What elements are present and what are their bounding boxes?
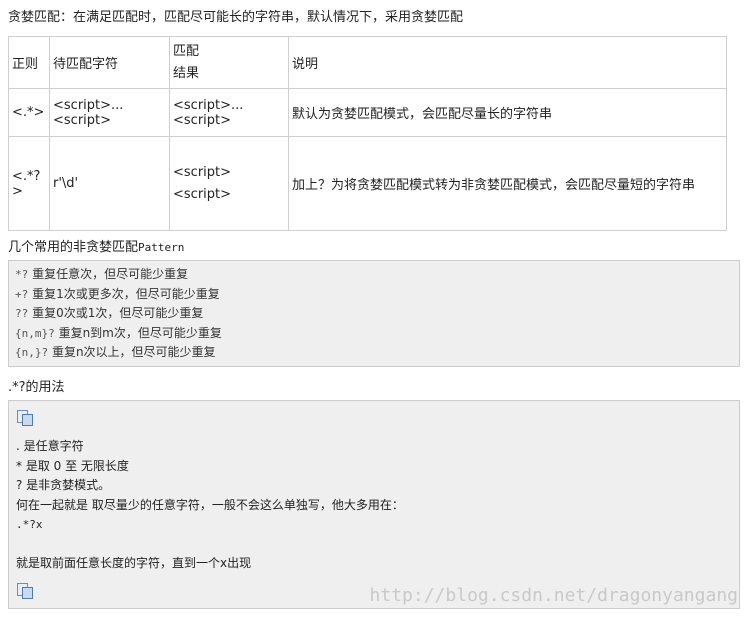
code-description: 重复1次或更多次，但尽可能少重复 — [28, 286, 220, 301]
usage-line: ? 是非贪婪模式。 — [16, 478, 111, 492]
code-line: {n,m}? 重复n到m次，但尽可能少重复 — [15, 324, 739, 344]
code-line: *? 重复任意次，但尽可能少重复 — [15, 265, 739, 285]
usage-code-box: . 是任意字符 * 是取 0 至 无限长度 ? 是非贪婪模式。 何在一起就是 取… — [8, 400, 740, 609]
header-result: 匹配 结果 — [169, 36, 289, 89]
copy-icon[interactable] — [16, 409, 33, 426]
header-pattern: 正则 — [8, 36, 50, 89]
cell-input: <script>...<script> — [49, 88, 170, 137]
code-token: *? — [15, 268, 29, 281]
usage-line: 何在一起就是 取尽量少的任意字符，一般不会这么单独写，他大多用在： — [16, 497, 404, 512]
code-line: +? 重复1次或更多次，但尽可能少重复 — [15, 285, 739, 305]
cell-input: r'\d' — [49, 136, 170, 231]
section-title-text: 几个常用的非贪婪匹配 — [8, 240, 139, 255]
cell-description: 默认为贪婪匹配模式，会匹配尽量长的字符串 — [288, 88, 727, 137]
cell-pattern: <.*?> — [8, 136, 50, 231]
code-token: +? — [15, 287, 29, 301]
usage-line: .*?x — [16, 518, 43, 531]
table-header-row: 正则 待匹配字符 匹配 结果 说明 — [8, 36, 727, 89]
header-description: 说明 — [288, 36, 727, 89]
code-token: {n,m}? — [15, 326, 55, 340]
table-row: <.*> <script>...<script> <script>...<scr… — [8, 88, 727, 137]
code-line: ?? 重复0次或1次，但尽可能少重复 — [15, 304, 739, 324]
cell-result: <script>...<script> — [169, 88, 289, 137]
code-token: ?? — [15, 307, 29, 320]
code-description: 重复n次以上，但尽可能少重复 — [48, 345, 216, 359]
header-input: 待匹配字符 — [49, 36, 170, 89]
code-description: 重复0次或1次，但尽可能少重复 — [28, 306, 204, 320]
cell-result: <script> <script> — [169, 136, 289, 231]
usage-line: . 是任意字符 — [16, 439, 84, 453]
section-title-non-greedy: 几个常用的非贪婪匹配Pattern — [8, 236, 184, 255]
table-row: <.*?> r'\d' <script> <script> 加上？为将贪婪匹配模… — [8, 136, 727, 231]
section-title-code: Pattern — [138, 241, 185, 254]
code-line: {n,}? 重复n次以上，但尽可能少重复 — [15, 343, 739, 363]
code-description: 重复任意次，但尽可能少重复 — [28, 267, 189, 281]
watermark: http://blog.csdn.net/dragonyangang — [369, 585, 738, 606]
usage-line: 就是取前面任意长度的字符，直到一个x出现 — [16, 556, 252, 570]
usage-line: * 是取 0 至 无限长度 — [16, 458, 129, 473]
code-description: 重复n到m次，但尽可能少重复 — [54, 325, 222, 340]
cell-pattern: <.*> — [8, 88, 50, 137]
page-title: 贪婪匹配：在满足匹配时，匹配尽可能长的字符串，默认情况下，采用贪婪匹配 — [8, 10, 464, 25]
regex-table: 正则 待匹配字符 匹配 结果 说明 <.*> <script>...<scrip… — [8, 36, 727, 231]
section-title-usage: .*?的用法 — [8, 380, 65, 395]
usage-line — [16, 535, 739, 555]
code-token: {n,}? — [15, 346, 49, 359]
non-greedy-code-box: *? 重复任意次，但尽可能少重复 +? 重复1次或更多次，但尽可能少重复 ?? … — [8, 260, 740, 367]
cell-description: 加上？为将贪婪匹配模式转为非贪婪匹配模式，会匹配尽量短的字符串 — [288, 136, 727, 231]
copy-icon[interactable] — [16, 582, 33, 599]
